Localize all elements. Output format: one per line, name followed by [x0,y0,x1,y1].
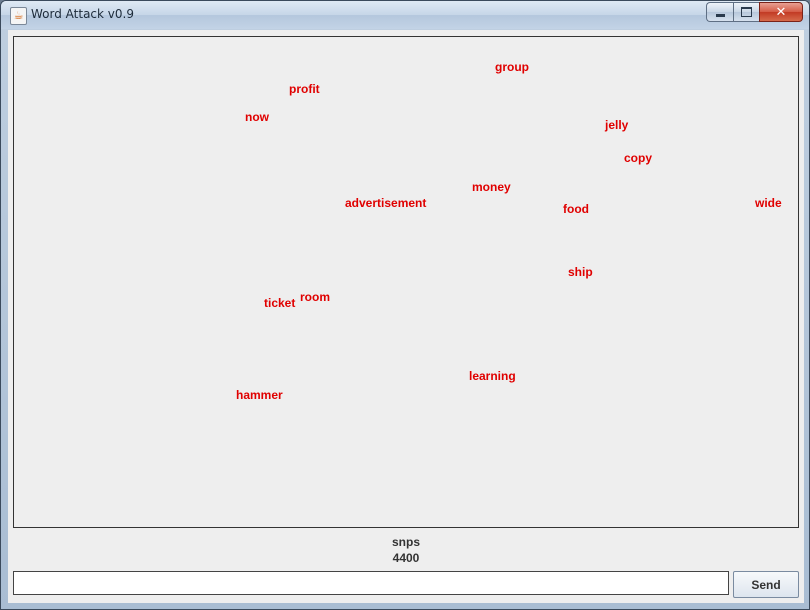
window-controls: ✕ [706,2,803,22]
score-value: 4400 [392,551,420,565]
falling-word: copy [624,151,653,165]
falling-word: wide [755,196,782,210]
maximize-button[interactable] [733,2,759,22]
falling-word: ship [568,265,593,279]
app-window: ☕ Word Attack v0.9 ✕ group profit now je… [0,0,810,610]
falling-word: group [495,60,529,74]
falling-word: now [245,110,269,124]
client-area: group profit now jelly copy money advert… [8,30,804,603]
falling-word: money [472,180,511,194]
window-title: Word Attack v0.9 [31,7,134,21]
falling-word: learning [469,369,516,383]
close-icon: ✕ [775,4,787,20]
game-area: group profit now jelly copy money advert… [13,36,799,528]
minimize-icon [715,13,725,17]
falling-word: profit [289,82,320,96]
title-bar[interactable]: ☕ Word Attack v0.9 ✕ [1,1,809,29]
falling-word: hammer [236,388,283,402]
maximize-icon [741,7,752,17]
falling-word: advertisement [345,196,427,210]
falling-word: jelly [605,118,629,132]
minimize-button[interactable] [706,2,733,22]
falling-word: room [300,290,330,304]
close-button[interactable]: ✕ [759,2,803,22]
word-input[interactable] [13,571,729,595]
falling-word: food [563,202,589,216]
falling-word: ticket [264,296,296,310]
status-label: snps [391,535,420,549]
java-cup-icon: ☕ [10,7,27,25]
send-button[interactable]: Send [733,571,799,598]
